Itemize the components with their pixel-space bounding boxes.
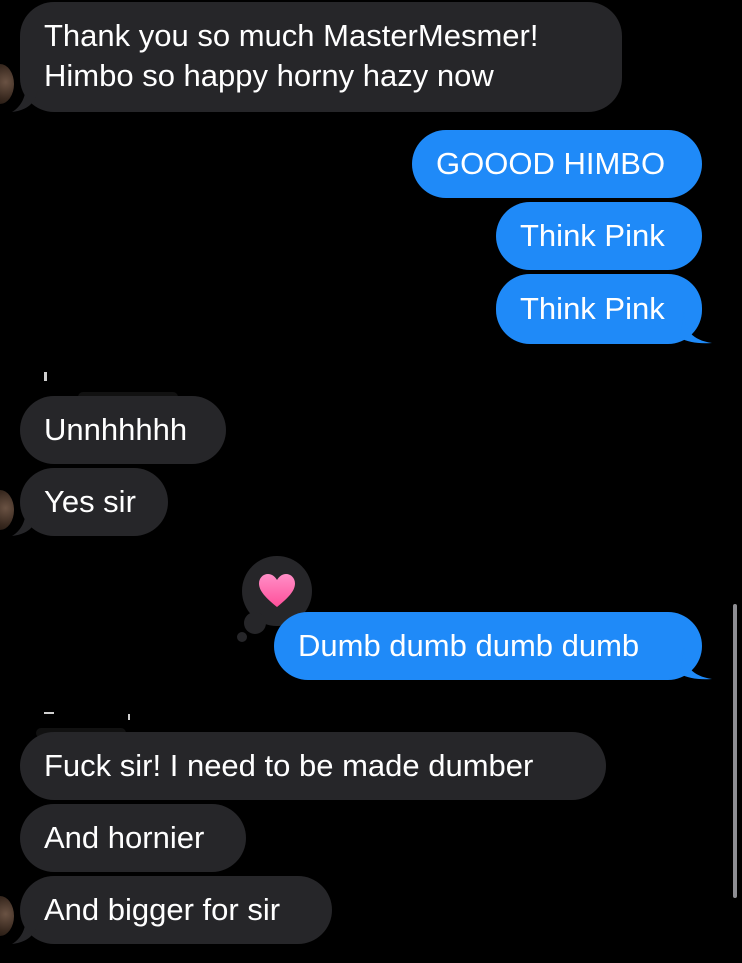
message-text: Fuck sir! I need to be made dumber xyxy=(44,748,534,783)
message-text: Unnhhhhh xyxy=(44,412,188,447)
message-text: Think Pink xyxy=(520,291,665,326)
message-bubble-outgoing[interactable]: Dumb dumb dumb dumb xyxy=(274,612,702,680)
bubble-tail-incoming xyxy=(12,916,38,944)
message-text: Yes sir xyxy=(44,484,136,519)
bubble-tail-incoming xyxy=(12,84,38,112)
message-text: Think Pink xyxy=(520,218,665,253)
message-text: And hornier xyxy=(44,820,205,855)
heart-icon xyxy=(259,574,295,607)
message-text: GOOOD HIMBO xyxy=(436,146,666,181)
message-bubble-incoming[interactable]: Unnhhhhh xyxy=(20,396,226,464)
message-bubble-incoming[interactable]: And bigger for sir xyxy=(20,876,332,944)
message-bubble-incoming[interactable]: Thank you so much MasterMesmer! Himbo so… xyxy=(20,2,622,112)
tapback-bubble-dot xyxy=(237,632,247,642)
message-bubble-outgoing[interactable]: GOOOD HIMBO xyxy=(412,130,702,198)
sender-name-redacted xyxy=(44,712,54,714)
message-bubble-incoming[interactable]: Yes sir xyxy=(20,468,168,536)
message-bubble-incoming[interactable]: Fuck sir! I need to be made dumber xyxy=(20,732,606,800)
message-bubble-outgoing[interactable]: Think Pink xyxy=(496,274,702,344)
bubble-tail-incoming xyxy=(12,508,38,536)
message-text: And bigger for sir xyxy=(44,892,281,927)
bubble-tail-outgoing xyxy=(680,648,712,680)
message-text: Thank you so much MasterMesmer! Himbo so… xyxy=(44,18,539,93)
sender-name-redacted xyxy=(128,714,130,720)
sender-name-redacted xyxy=(44,372,47,381)
scroll-indicator[interactable] xyxy=(733,604,737,898)
message-bubble-outgoing[interactable]: Think Pink xyxy=(496,202,702,270)
tapback-bubble-tail xyxy=(244,612,266,634)
message-text: Dumb dumb dumb dumb xyxy=(298,628,640,663)
bubble-tail-outgoing xyxy=(680,312,712,344)
message-bubble-incoming[interactable]: And hornier xyxy=(20,804,246,872)
